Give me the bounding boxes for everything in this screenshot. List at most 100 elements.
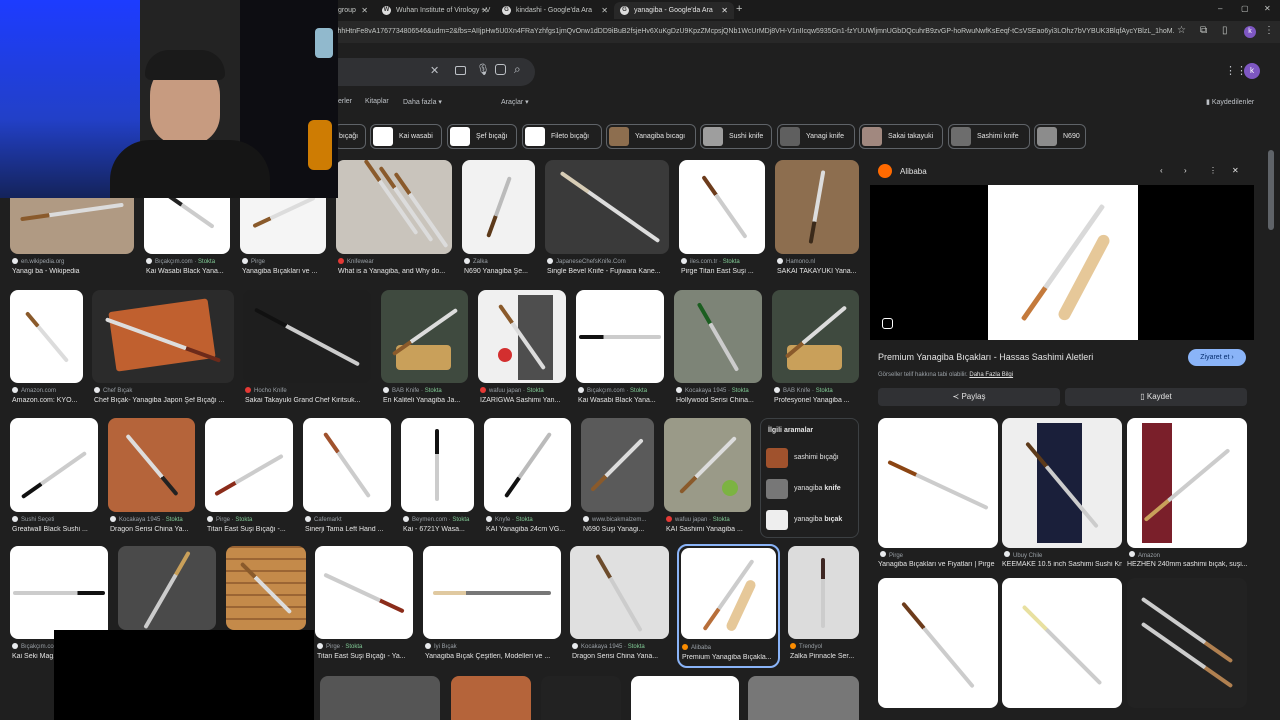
close-icon[interactable]: ✕: [361, 2, 368, 19]
result-image[interactable]: [451, 676, 531, 720]
chip-yanagi-knife[interactable]: Yanagi knife: [777, 124, 855, 149]
similar-image[interactable]: [1002, 578, 1122, 708]
related-item-yanagiba-knife[interactable]: yanagiba knife: [764, 477, 859, 501]
similar-tile[interactable]: [1002, 418, 1122, 548]
result-title: Titan East Suşi Bıçağı -...: [207, 526, 286, 533]
result-tile[interactable]: www.bicakmalzem... N690 Suşi Yanagi...: [581, 418, 654, 538]
panel-title[interactable]: Premium Yanagiba Bıçakları - Hassas Sash…: [878, 352, 1093, 362]
similar-tile[interactable]: [1127, 418, 1247, 548]
chip-sakai-takayuki[interactable]: Sakai takayuki: [859, 124, 943, 149]
clear-icon[interactable]: ✕: [430, 64, 439, 77]
chip-yanagiba-bicagi[interactable]: Yanagiba bıcagı: [606, 124, 696, 149]
tab-kindashi[interactable]: G kindashi - Google'da Ara ✕: [496, 2, 614, 19]
result-image[interactable]: [541, 676, 621, 720]
similar-image[interactable]: [1127, 578, 1247, 708]
microphone-icon[interactable]: 🎙: [476, 63, 490, 76]
chip-n690[interactable]: N690: [1034, 124, 1086, 149]
bookmark-star-icon[interactable]: ☆: [1177, 25, 1186, 36]
result-tile[interactable]: [118, 546, 216, 636]
preview-image[interactable]: [988, 185, 1138, 340]
result-tile[interactable]: Zalka N690 Yanagiba Şe...: [462, 160, 535, 280]
share-icon: ≺: [952, 392, 960, 401]
nav-tools[interactable]: Araçlar ▾: [501, 98, 529, 106]
result-tile[interactable]: Trendyol Zalka Pinnacle Ser...: [788, 546, 859, 666]
result-tile[interactable]: Kocakaya 1945 · Stokta Dragon Serisi Chi…: [108, 418, 195, 538]
result-image[interactable]: [748, 676, 859, 720]
result-tile[interactable]: Kocakaya 1945 · Stokta Hollywood Serisi …: [674, 290, 762, 410]
close-icon[interactable]: ✕: [481, 2, 488, 19]
result-tile[interactable]: Knifewear What is a Yanagiba, and Why do…: [336, 160, 452, 280]
prev-arrow-icon[interactable]: ‹: [1160, 166, 1163, 175]
result-tile[interactable]: Pirge · Stokta Titan East Suşi Bıçağı -.…: [205, 418, 293, 538]
result-tile[interactable]: [226, 546, 306, 636]
more-options-icon[interactable]: ⋮: [1209, 166, 1217, 175]
similar-image[interactable]: [878, 578, 998, 708]
result-title: N690 Yanagiba Şe...: [464, 268, 528, 275]
result-tile[interactable]: wafuu japan · Stokta KAI Sashimi Yanagib…: [664, 418, 751, 538]
close-icon[interactable]: ✕: [601, 2, 608, 19]
maximize-button[interactable]: ▢: [1241, 4, 1249, 13]
chip-bicagi[interactable]: bıçağı: [334, 124, 366, 149]
result-tile[interactable]: BAB Knife · Stokta Profesyonel Yanagiba …: [772, 290, 859, 410]
nav-partial[interactable]: erler: [338, 98, 352, 105]
result-source: Cafemarkt: [305, 516, 391, 523]
save-button[interactable]: ▯ Kaydet: [1065, 388, 1247, 406]
saved-link[interactable]: ▮ Kaydedilenler: [1206, 98, 1254, 106]
result-tile[interactable]: Sushi Seçeti Greatwall Black Sushi ...: [10, 418, 98, 538]
profile-avatar[interactable]: k: [1244, 26, 1256, 38]
chevron-down-icon: ▾: [438, 99, 442, 106]
result-tile-selected[interactable]: Alibaba Premium Yanagiba Bıçakla...: [677, 544, 780, 668]
tab-yanagiba[interactable]: G yanagiba - Google'da Ara ✕: [614, 2, 734, 19]
related-item-sashimi-bicagi[interactable]: sashimi bıçağı: [764, 446, 859, 470]
similar-tile[interactable]: [878, 418, 998, 548]
result-tile[interactable]: Bıçakçım.com · Stokta Kai Wasabi Black Y…: [576, 290, 664, 410]
scrollbar-thumb[interactable]: [1268, 150, 1274, 230]
extensions-icon[interactable]: ⧉: [1200, 25, 1207, 36]
result-tile[interactable]: Pirge · Stokta Titan East Suşi Bıçağı - …: [315, 546, 413, 666]
keyboard-icon[interactable]: [455, 66, 466, 75]
browser-menu-icon[interactable]: ⋮: [1264, 25, 1274, 36]
related-item-yanagiba-bicak[interactable]: yanagiba bıçak: [764, 508, 859, 532]
account-avatar[interactable]: k: [1244, 63, 1260, 79]
chip-kai-wasabi[interactable]: Kai wasabi: [370, 124, 442, 149]
nav-books[interactable]: Kitaplar: [365, 98, 389, 105]
close-panel-icon[interactable]: ✕: [1232, 166, 1239, 175]
result-tile[interactable]: BAB Knife · Stokta En Kaliteli Yanagiba …: [381, 290, 468, 410]
result-tile[interactable]: Knyfe · Stokta KAI Yanagiba 24cm VG...: [484, 418, 571, 538]
chip-sashimi-knife[interactable]: Sashimi knife: [948, 124, 1030, 149]
result-tile[interactable]: Kocakaya 1945 · Stokta Dragon Serisi Chi…: [570, 546, 669, 666]
search-icon[interactable]: ⌕: [514, 62, 521, 77]
tab-wuhan[interactable]: W Wuhan Institute of Virology - V ✕: [376, 2, 494, 19]
result-tile[interactable]: Chef Bıçak Chef Bıçak- Yanagiba Japon Şe…: [92, 290, 234, 410]
close-window-button[interactable]: ✕: [1264, 4, 1271, 13]
result-tile[interactable]: Beymen.com · Stokta Kai - 6721Y Wasa...: [401, 418, 474, 538]
chip-thumbnail: [609, 127, 629, 146]
close-icon[interactable]: ✕: [721, 2, 728, 19]
lens-search-icon[interactable]: [882, 318, 893, 329]
panel-source[interactable]: Alibaba: [900, 167, 927, 176]
new-tab-button[interactable]: +: [736, 3, 742, 15]
result-image[interactable]: [631, 676, 739, 720]
visit-button[interactable]: Ziyaret et ›: [1188, 349, 1246, 366]
result-tile[interactable]: JapaneseChefsKnife.Com Single Bevel Knif…: [545, 160, 669, 280]
result-tile[interactable]: wafuu japan · Stokta IZARIGWA Sashimi Ya…: [478, 290, 566, 410]
lens-icon[interactable]: [495, 64, 506, 75]
chip-sushi-knife[interactable]: Sushi knife: [700, 124, 772, 149]
result-tile[interactable]: Amazon.com Amazon.com: KYO...: [10, 290, 83, 410]
url-field[interactable]: lehhHtnFe8vA1767734806546&udm=2&fbs=AIIj…: [332, 24, 1174, 40]
nav-more[interactable]: Daha fazla ▾: [403, 98, 442, 106]
result-tile[interactable]: Hamono.nl SAKAI TAKAYUKI Yana...: [775, 160, 859, 280]
result-tile[interactable]: İyi Bıçak Yanagiba Bıçak Çeşitleri, Mode…: [423, 546, 561, 666]
minimize-button[interactable]: –: [1218, 4, 1222, 13]
next-arrow-icon[interactable]: ›: [1184, 166, 1187, 175]
related-label: yanagiba: [794, 485, 825, 492]
result-tile[interactable]: iles.com.tr · Stokta Pirge Titan East Su…: [679, 160, 765, 280]
result-tile[interactable]: Hocho Knife Sakai Takayuki Grand Chef Ki…: [243, 290, 371, 410]
chip-sef-bicagi[interactable]: Şef bıçağı: [447, 124, 517, 149]
sidebar-icon[interactable]: ▯: [1222, 25, 1228, 36]
result-image[interactable]: [320, 676, 440, 720]
more-info-link[interactable]: Daha Fazla Bilgi: [969, 372, 1013, 378]
share-button[interactable]: ≺ Paylaş: [878, 388, 1060, 406]
chip-fileto-bicagi[interactable]: Fileto bıçağı: [522, 124, 602, 149]
result-tile[interactable]: Cafemarkt Sinerji Tama Left Hand ...: [303, 418, 391, 538]
